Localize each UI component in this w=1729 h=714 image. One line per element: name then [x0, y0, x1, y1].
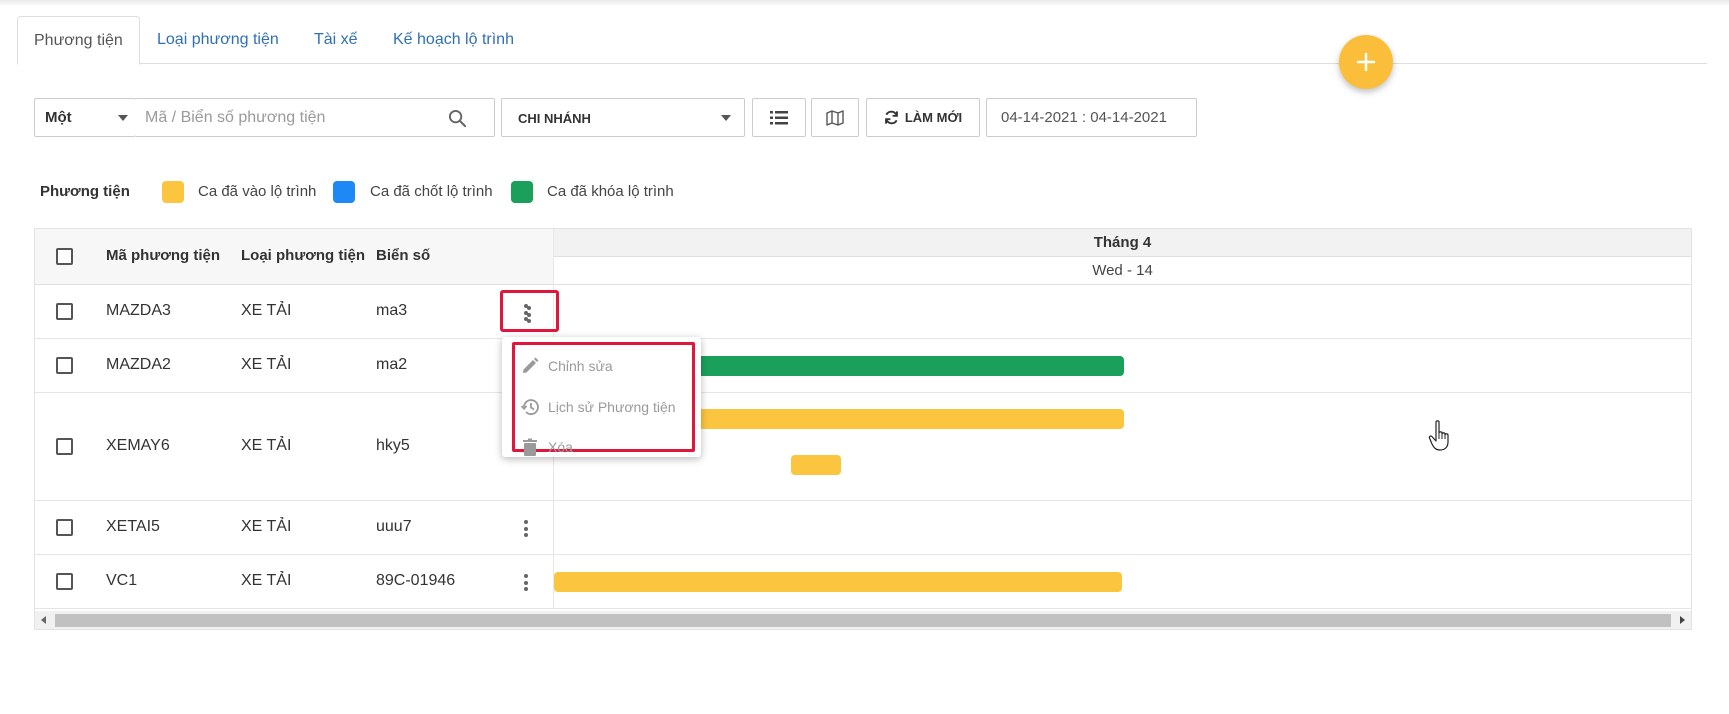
- select-all-checkbox[interactable]: [56, 248, 73, 265]
- row-checkbox[interactable]: [56, 303, 73, 320]
- vehicle-plate: hky5: [376, 437, 410, 454]
- tab-bar: Phương tiện Loại phương tiện Tài xế Kế h…: [17, 16, 1707, 65]
- table-row: MAZDA3 XE TẢI ma3: [35, 285, 1691, 339]
- search-box: [135, 98, 495, 137]
- plus-icon: [1356, 52, 1376, 72]
- refresh-icon: [884, 110, 898, 125]
- menu-item-label: Lịch sử Phương tiện: [548, 399, 676, 415]
- row-action-menu: Chỉnh sửa Lịch sử Phương tiện Xóa: [502, 337, 701, 457]
- date-range-input[interactable]: 04-14-2021 : 04-14-2021: [986, 98, 1197, 137]
- branch-select[interactable]: CHI NHÁNH: [501, 98, 745, 137]
- menu-item-label: Xóa: [548, 439, 573, 455]
- vehicle-type: XE TẢI: [241, 302, 292, 319]
- vehicle-code: VC1: [106, 572, 138, 589]
- search-icon[interactable]: [448, 109, 467, 128]
- table-header: Mã phương tiện Loại phương tiện Biển số: [35, 229, 554, 285]
- tab-route-plan[interactable]: Kế hoạch lộ trình: [393, 16, 514, 64]
- chevron-down-icon: [118, 115, 128, 121]
- more-vert-icon[interactable]: [524, 520, 528, 540]
- vehicle-plate: ma2: [376, 356, 408, 373]
- shift-bar-in-route[interactable]: [683, 409, 1124, 429]
- vehicle-plate: ma3: [376, 302, 408, 319]
- tab-drivers[interactable]: Tài xế: [314, 16, 358, 64]
- tab-vehicles[interactable]: Phương tiện: [17, 16, 140, 65]
- header-plate: Biển số: [376, 247, 431, 264]
- legend-label-confirmed: Ca đã chốt lộ trình: [370, 183, 493, 200]
- pencil-icon: [523, 357, 539, 373]
- vehicle-plate: 89C-01946: [376, 572, 456, 589]
- trash-icon: [523, 438, 537, 456]
- header-vehicle-code: Mã phương tiện: [106, 247, 221, 264]
- shift-bar-in-route[interactable]: [791, 455, 841, 475]
- vehicle-code: MAZDA2: [106, 356, 171, 373]
- shift-bar-in-route[interactable]: [554, 572, 1122, 592]
- refresh-label: LÀM MỚI: [904, 110, 963, 125]
- vehicle-type: XE TẢI: [241, 572, 292, 589]
- refresh-button[interactable]: LÀM MỚI: [866, 98, 980, 137]
- menu-item-history[interactable]: Lịch sử Phương tiện: [520, 395, 676, 419]
- list-view-button[interactable]: [752, 98, 806, 137]
- branch-select-value: CHI NHÁNH: [518, 111, 591, 126]
- history-icon: [520, 399, 539, 415]
- row-checkbox[interactable]: [56, 519, 73, 536]
- add-button[interactable]: [1339, 35, 1393, 89]
- menu-item-delete[interactable]: Xóa: [520, 435, 573, 459]
- legend-swatch-confirmed: [333, 181, 355, 203]
- map-view-button[interactable]: [811, 98, 859, 137]
- vehicle-code: XETAI5: [106, 518, 160, 535]
- table-row: MAZDA2 XE TẢI ma2: [35, 339, 1691, 393]
- vehicle-code: XEMAY6: [106, 437, 170, 454]
- more-vert-icon[interactable]: [524, 574, 528, 594]
- vehicle-type: XE TẢI: [241, 356, 292, 373]
- shift-bar-locked[interactable]: [683, 356, 1124, 376]
- row-checkbox[interactable]: [56, 357, 73, 374]
- vehicle-plate: uuu7: [376, 518, 412, 535]
- menu-item-label: Chỉnh sửa: [548, 358, 613, 374]
- tab-vehicle-types[interactable]: Loại phương tiện: [157, 16, 279, 64]
- timeline-day: Wed - 14: [554, 257, 1691, 285]
- legend-label-in-route: Ca đã vào lộ trình: [198, 183, 317, 200]
- search-input[interactable]: [135, 99, 435, 136]
- row-checkbox[interactable]: [56, 438, 73, 455]
- vehicle-type: XE TẢI: [241, 518, 292, 535]
- hand-cursor-icon: [1428, 420, 1449, 451]
- legend-swatch-in-route: [162, 181, 184, 203]
- header-vehicle-type: Loại phương tiện: [241, 247, 366, 264]
- timeline-month: Tháng 4: [554, 229, 1691, 257]
- table-row: XETAI5 XE TẢI uuu7: [35, 501, 1691, 555]
- search-mode-select[interactable]: Một: [34, 98, 136, 137]
- legend-swatch-locked: [511, 181, 533, 203]
- horizontal-scrollbar[interactable]: [35, 611, 1691, 629]
- more-vert-icon[interactable]: [527, 306, 531, 326]
- legend-label-locked: Ca đã khóa lộ trình: [547, 183, 674, 200]
- row-checkbox[interactable]: [56, 573, 73, 590]
- menu-item-edit[interactable]: Chỉnh sửa: [520, 354, 613, 378]
- search-mode-value: Một: [45, 109, 72, 126]
- chevron-down-icon: [721, 115, 731, 121]
- vehicle-code: MAZDA3: [106, 302, 171, 319]
- legend-title: Phương tiện: [40, 183, 130, 200]
- scrollbar-thumb[interactable]: [55, 614, 1671, 627]
- table-row: VC1 XE TẢI 89C-01946: [35, 555, 1691, 609]
- scroll-right-icon[interactable]: [1680, 616, 1685, 624]
- scroll-left-icon[interactable]: [41, 616, 46, 624]
- vehicle-type: XE TẢI: [241, 437, 292, 454]
- map-icon: [826, 109, 844, 126]
- list-icon: [770, 110, 788, 124]
- row-actions-highlight: [500, 290, 559, 332]
- top-shadow: [0, 0, 1729, 6]
